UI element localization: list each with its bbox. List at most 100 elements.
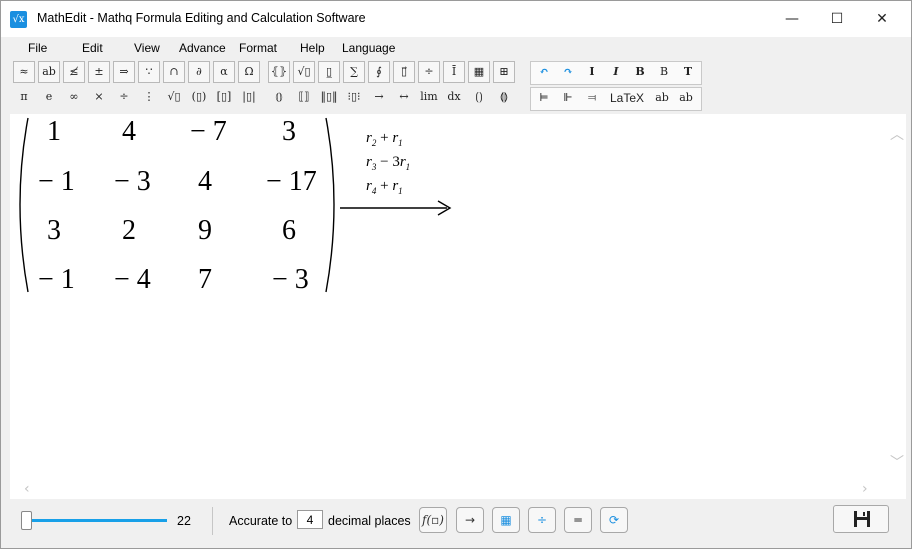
vertical-vector-button[interactable]: ⟬⟭ [493,87,515,109]
close-button[interactable]: ✕ [859,1,905,37]
vertical-scrollbar[interactable]: ︿ ﹀ [888,114,906,499]
decimal-places-input[interactable]: 4 [297,510,323,529]
menu-advance[interactable]: Advance [179,41,226,55]
times-button[interactable]: × [88,87,110,109]
fraction-template-button[interactable]: ÷ [418,61,440,83]
bar-template-button[interactable]: Ī [443,61,465,83]
e-button[interactable]: e [38,87,60,109]
matrix-cell-r3c2[interactable]: 2 [122,215,136,247]
matrix-cell-r2c4[interactable]: − 17 [266,166,317,198]
approx-symbol-button[interactable]: ≈ [13,61,35,83]
fence-template-button[interactable]: ⦃⦄ [268,61,290,83]
upright-style-button[interactable]: I [581,62,603,84]
zoom-slider-track[interactable] [29,519,167,522]
set-symbol-button[interactable]: ∩ [163,61,185,83]
formula-canvas[interactable]: 1 4 − 7 3 − 1 − 3 4 − 17 3 2 9 6 − 1 − 4… [10,114,888,499]
row-operation-2[interactable]: r3 − 3r1 [366,154,410,172]
matrix-cell-r2c1[interactable]: − 1 [38,166,75,198]
matrix-cell-r3c3[interactable]: 9 [198,215,212,247]
zoom-slider-thumb[interactable] [21,511,32,530]
greek-upper-button[interactable]: Ω [238,61,260,83]
matrix-cell-r2c3[interactable]: 4 [198,166,212,198]
strike-symbol-button[interactable]: ab [38,61,60,83]
row-operation-1[interactable]: r2 + r1 [366,130,403,148]
matrix-cell-r2c2[interactable]: − 3 [114,166,151,198]
redo-icon[interactable]: ↷ [557,62,579,84]
box-template-button[interactable]: ⊞ [493,61,515,83]
row-operation-3[interactable]: r4 + r1 [366,178,403,196]
sqrt-button[interactable]: √▯ [163,87,185,109]
partial-symbol-button[interactable]: ∂ [188,61,210,83]
equals-button[interactable]: ═ [564,507,592,533]
spell-icon[interactable]: ab [651,88,673,110]
save-button[interactable] [833,505,889,533]
matrix-cell-r3c4[interactable]: 6 [282,215,296,247]
divide-button[interactable]: ÷ [113,87,135,109]
blackboard-style-button[interactable]: B [653,62,675,84]
stack-fraction-button[interactable]: ⋮ [138,87,160,109]
because-symbol-button[interactable]: ∵ [138,61,160,83]
arrow-symbol-button[interactable]: ⇒ [113,61,135,83]
align-left-icon[interactable]: ⊨ [533,88,555,110]
parentheses-button[interactable]: (▯) [188,87,210,109]
scroll-right-icon[interactable]: › [862,481,868,497]
menu-view[interactable]: View [134,41,160,55]
latex-button[interactable]: LaTeX [605,88,649,110]
limit-button[interactable]: lim [418,87,440,109]
menu-help[interactable]: Help [300,41,325,55]
integral-template-button[interactable]: ∮ [368,61,390,83]
radical-template-button[interactable]: √▯ [293,61,315,83]
dotted-matrix-button[interactable]: ⁝▯⁝ [343,87,365,109]
infinity-button[interactable]: ∞ [63,87,85,109]
sum-template-button[interactable]: ∑ [343,61,365,83]
greek-lower-button[interactable]: α [213,61,235,83]
matrix-cell-r1c4[interactable]: 3 [282,116,296,148]
double-arrow-button[interactable]: ↔ [393,87,415,109]
menu-file[interactable]: File [28,41,47,55]
scroll-left-icon[interactable]: ‹ [24,481,30,497]
pi-button[interactable]: π [13,87,35,109]
undo-icon[interactable]: ↶ [533,62,555,84]
align-right-icon[interactable]: ⫤ [581,88,603,110]
brackets-button[interactable]: [▯] [213,87,235,109]
right-arrow-button[interactable]: → [368,87,390,109]
relation-symbol-button[interactable]: ≰ [63,61,85,83]
spell-alt-icon[interactable]: ab [675,88,697,110]
minimize-button[interactable]: — [769,1,815,37]
paren-matrix-button[interactable]: ⦅⦆ [268,87,290,109]
matrix-cell-r1c3[interactable]: − 7 [190,116,227,148]
plus-minus-button[interactable]: ± [88,61,110,83]
italic-style-button[interactable]: I [605,62,627,84]
bracket-matrix-button[interactable]: ⟦⟧ [293,87,315,109]
matrix-cell-r1c2[interactable]: 4 [122,116,136,148]
function-calc-button[interactable]: f(▫) [419,507,447,533]
column-vector-button[interactable]: ⟮⟯ [468,87,490,109]
matrix-cell-r1c1[interactable]: 1 [47,116,61,148]
horizontal-scrollbar[interactable]: ‹ › [10,481,888,499]
menu-language[interactable]: Language [342,41,395,55]
refresh-icon[interactable]: ⟳ [600,507,628,533]
dx-button[interactable]: dx [443,87,465,109]
matrix-cell-r4c4[interactable]: − 3 [272,264,309,296]
script-template-button[interactable]: ▯̲ [318,61,340,83]
bold-style-button[interactable]: B [629,62,651,84]
text-style-button[interactable]: T [677,62,699,84]
scroll-up-icon[interactable]: ︿ [890,124,904,144]
symbol-toolbar-row2: π e ∞ × ÷ ⋮ √▯ (▯) [▯] |▯| ⦅⦆ ⟦⟧ ‖▯‖ ⁝▯⁝… [13,87,518,109]
matrix-cell-r3c1[interactable]: 3 [47,215,61,247]
matrix-cell-r4c2[interactable]: − 4 [114,264,151,296]
fraction-calc-button[interactable]: ÷ [528,507,556,533]
matrix-template-button[interactable]: ▦ [468,61,490,83]
matrix-grid-button[interactable]: ▦ [492,507,520,533]
menu-edit[interactable]: Edit [82,41,103,55]
matrix-cell-r4c3[interactable]: 7 [198,264,212,296]
determinant-button[interactable]: ‖▯‖ [318,87,340,109]
absolute-button[interactable]: |▯| [238,87,260,109]
vector-template-button[interactable]: ▯⃗ [393,61,415,83]
align-center-icon[interactable]: ⊩ [557,88,579,110]
maximize-button[interactable]: ☐ [814,1,860,37]
evaluate-arrow-button[interactable]: → [456,507,484,533]
menu-format[interactable]: Format [239,41,277,55]
matrix-cell-r4c1[interactable]: − 1 [38,264,75,296]
scroll-down-icon[interactable]: ﹀ [890,452,904,472]
